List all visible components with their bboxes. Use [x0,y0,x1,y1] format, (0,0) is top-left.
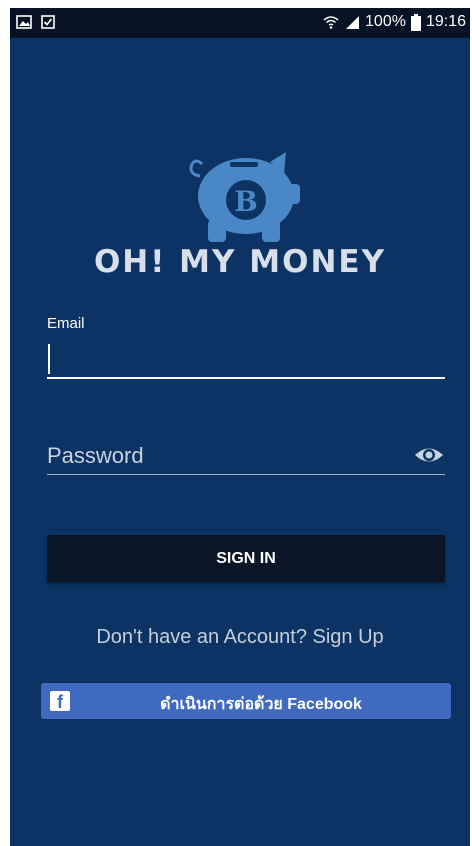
app-screen: 100% 19:16 B OH! MY MONEY Email SIGN IN … [10,8,470,846]
piggy-bank-logo: B [189,152,300,242]
battery-icon [410,13,421,31]
facebook-login-button[interactable]: f ดำเนินการต่อด้วย Facebook [41,683,451,719]
status-right: 100% 19:16 [323,13,466,31]
status-bar: 100% 19:16 [10,8,470,38]
signal-icon [346,16,360,29]
clock: 19:16 [425,13,466,30]
sign-up-link[interactable]: Don't have an Account? Sign Up [10,626,470,649]
bitcoin-symbol: B [234,185,258,218]
battery-percent: 100% [365,13,406,30]
gallery-icon [16,15,32,29]
app-name: OH! MY MONEY [93,244,387,280]
status-left [16,14,56,30]
wifi-icon [323,16,339,29]
sign-in-button[interactable]: SIGN IN [47,535,445,582]
email-label: Email [47,315,85,332]
email-input[interactable] [47,341,445,379]
password-input[interactable] [47,438,445,475]
facebook-icon: f [50,691,70,712]
facebook-button-label: ดำเนินการต่อด้วย Facebook [160,696,362,713]
text-cursor [48,344,50,374]
checkbox-icon [41,15,55,29]
eye-icon[interactable] [414,444,444,466]
